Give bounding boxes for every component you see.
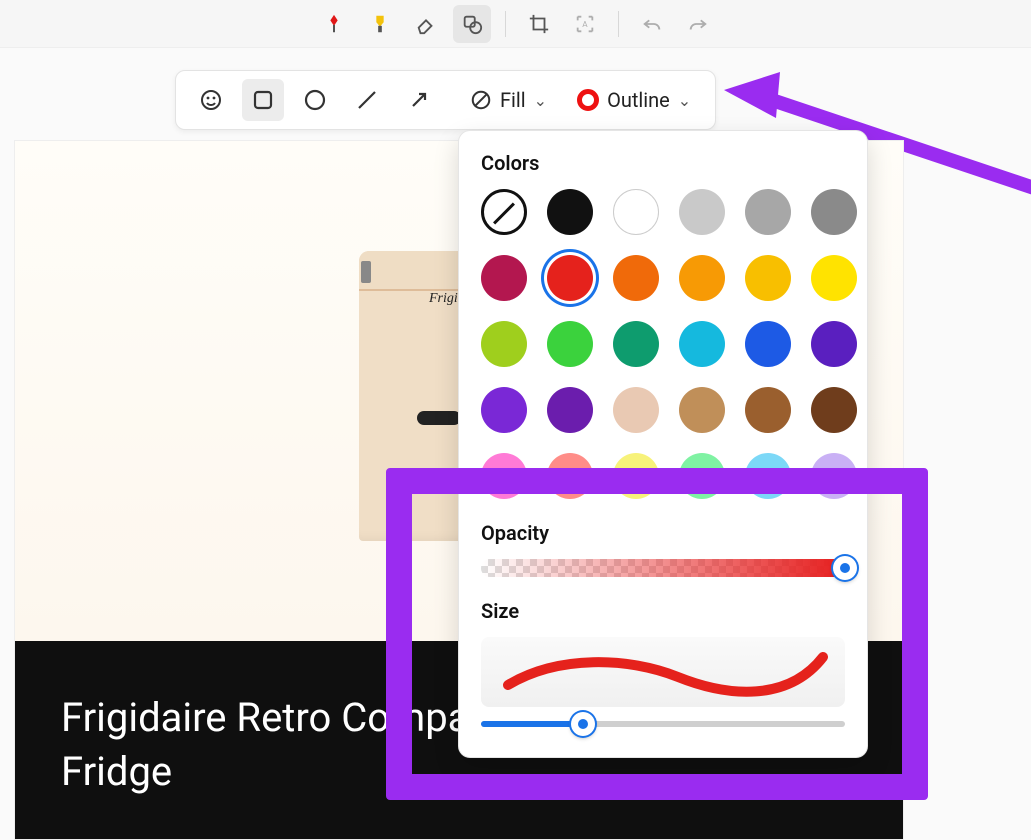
outline-popover: Colors Opacity Size [458,130,868,758]
color-swatch-red[interactable] [547,255,593,301]
color-swatch-yellow[interactable] [811,255,857,301]
line-shape[interactable] [346,79,388,121]
eraser-icon [415,13,437,35]
color-swatch-black[interactable] [547,189,593,235]
color-swatch-brown[interactable] [745,387,791,433]
color-swatch-gray-light[interactable] [679,189,725,235]
fill-label: Fill [500,88,526,112]
emoji-shape[interactable] [190,79,232,121]
outline-color-indicator [577,89,599,111]
eraser-tool[interactable] [407,5,445,43]
pen-tool[interactable] [315,5,353,43]
undo-icon [641,13,663,35]
highlighter-icon [369,13,391,35]
opacity-heading: Opacity [481,521,845,545]
size-heading: Size [481,599,845,623]
opacity-slider[interactable] [481,559,845,577]
arrow-icon [407,88,431,112]
color-swatch-amber[interactable] [679,255,725,301]
color-swatch-none[interactable] [481,189,527,235]
chevron-down-icon: ⌄ [678,91,691,110]
pen-icon [323,13,345,35]
shapes-icon [461,13,483,35]
toolbar-divider [505,11,506,37]
color-swatch-gray-mid[interactable] [745,189,791,235]
color-swatch-violet[interactable] [481,387,527,433]
toolbar-divider [618,11,619,37]
circle-icon [303,88,327,112]
circle-shape[interactable] [294,79,336,121]
color-swatch-aqua[interactable] [745,453,791,499]
crop-tool[interactable] [520,5,558,43]
color-swatch-tan[interactable] [679,387,725,433]
emoji-icon [199,88,223,112]
color-swatch-white[interactable] [613,189,659,235]
rectangle-icon [251,88,275,112]
no-fill-icon [470,89,492,111]
color-swatch-cyan[interactable] [679,321,725,367]
color-swatch-mint[interactable] [679,453,725,499]
redo-icon [687,13,709,35]
rectangle-shape[interactable] [242,79,284,121]
outline-label: Outline [607,88,670,112]
size-thumb[interactable] [571,712,595,736]
redo-button[interactable] [679,5,717,43]
text-scan-tool[interactable]: A [566,5,604,43]
color-swatch-green[interactable] [547,321,593,367]
undo-button[interactable] [633,5,671,43]
size-slider[interactable] [481,721,845,727]
color-swatch-lime[interactable] [481,321,527,367]
color-swatch-lilac[interactable] [811,453,857,499]
fill-dropdown[interactable]: Fill ⌄ [460,79,557,121]
color-swatch-indigo[interactable] [811,321,857,367]
shape-toolbar: Fill ⌄ Outline ⌄ [175,70,716,130]
svg-text:A: A [582,19,588,29]
colors-heading: Colors [481,151,845,175]
stroke-preview-icon [498,647,828,697]
size-preview [481,637,845,707]
shapes-tool[interactable] [453,5,491,43]
color-swatch-purple[interactable] [547,387,593,433]
color-swatch-lemon[interactable] [613,453,659,499]
arrow-shape[interactable] [398,79,440,121]
main-toolbar: A [0,0,1031,48]
color-swatch-blue[interactable] [745,321,791,367]
color-swatch-gray-dark[interactable] [811,189,857,235]
color-swatches [481,189,845,499]
color-swatch-salmon[interactable] [547,453,593,499]
crop-icon [528,13,550,35]
opacity-thumb[interactable] [833,556,857,580]
color-swatch-magenta[interactable] [481,255,527,301]
chevron-down-icon: ⌄ [534,91,547,110]
color-swatch-pink[interactable] [481,453,527,499]
scan-icon: A [574,13,596,35]
color-swatch-yellow-dark[interactable] [745,255,791,301]
line-icon [355,88,379,112]
color-swatch-dark-brown[interactable] [811,387,857,433]
highlighter-tool[interactable] [361,5,399,43]
color-swatch-teal[interactable] [613,321,659,367]
outline-dropdown[interactable]: Outline ⌄ [567,79,701,121]
color-swatch-orange[interactable] [613,255,659,301]
color-swatch-skin[interactable] [613,387,659,433]
